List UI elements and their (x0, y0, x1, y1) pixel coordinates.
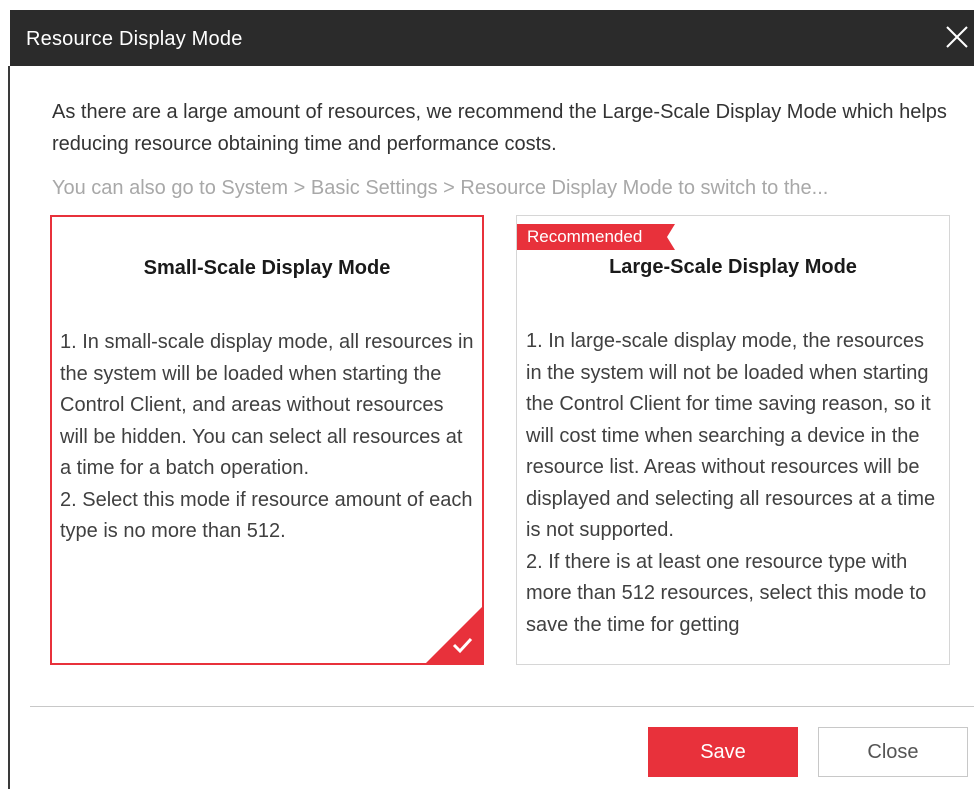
small-scale-mode-card[interactable]: Small-Scale Display Mode 1. In small-sca… (50, 215, 484, 665)
large-scale-mode-title: Large-Scale Display Mode (609, 256, 857, 278)
close-button[interactable]: Close (818, 727, 968, 777)
save-button[interactable]: Save (648, 727, 798, 777)
small-scale-mode-description: 1. In small-scale display mode, all reso… (60, 331, 474, 542)
small-scale-mode-title: Small-Scale Display Mode (143, 257, 391, 279)
large-scale-mode-card[interactable]: Recommended Large-Scale Display Mode 1. … (516, 215, 950, 665)
window-border (8, 66, 10, 789)
dialog-titlebar: Resource Display Mode (10, 10, 974, 66)
recommended-badge: Recommended (517, 224, 675, 250)
large-scale-mode-description: 1. In large-scale display mode, the reso… (526, 330, 936, 636)
settings-hint: You can also go to System > Basic Settin… (52, 177, 829, 199)
dialog-title: Resource Display Mode (26, 28, 243, 50)
recommended-badge-label: Recommended (527, 227, 643, 246)
check-icon (426, 607, 482, 663)
close-icon[interactable] (942, 22, 972, 52)
dialog-description: As there are a large amount of resources… (52, 101, 947, 155)
footer-divider (30, 706, 974, 707)
